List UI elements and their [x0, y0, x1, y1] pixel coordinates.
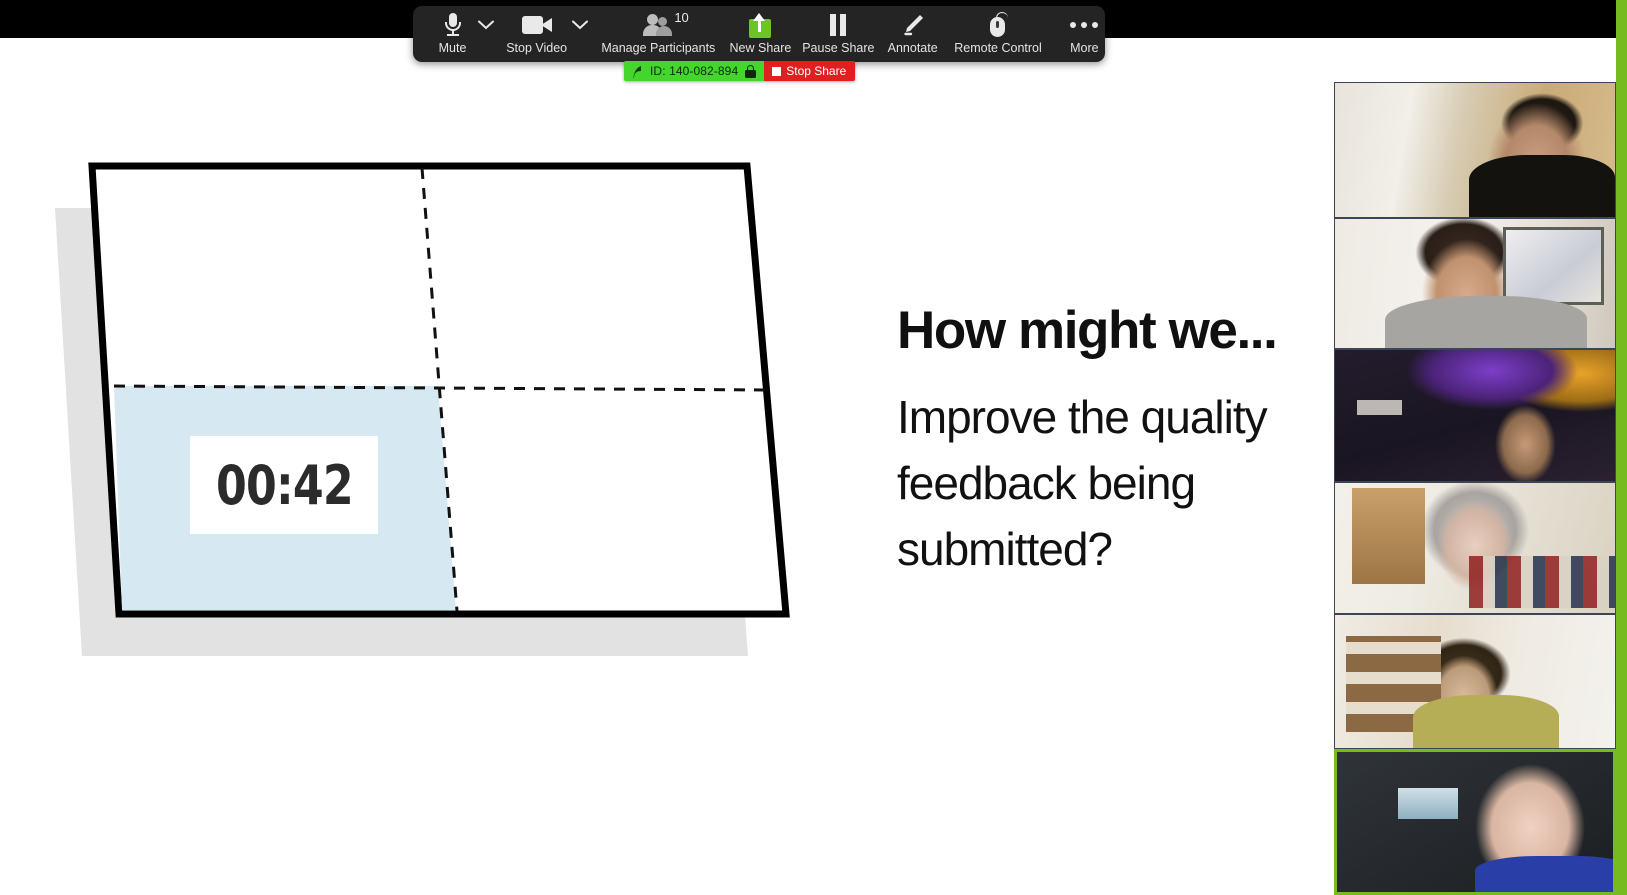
participant-tile-6-active-speaker[interactable]	[1334, 749, 1616, 895]
zoom-meeting-toolbar[interactable]: Mute Stop Video 10 Manage Participants N…	[413, 6, 1105, 62]
participant-tile-1[interactable]	[1334, 82, 1616, 218]
manage-participants-label: Manage Participants	[601, 41, 716, 55]
more-label: More	[1070, 41, 1099, 55]
participant-tile-3[interactable]	[1334, 349, 1616, 482]
pause-share-button[interactable]: Pause Share	[802, 6, 875, 55]
annotate-label: Annotate	[887, 41, 938, 55]
ellipsis-icon	[1070, 11, 1099, 39]
stop-share-button[interactable]: Stop Share	[764, 61, 856, 81]
timer-value: 00:42	[215, 453, 354, 517]
shared-slide-content: 00:42 How might we... Improve the qualit…	[0, 38, 1340, 895]
participant-tile-4[interactable]	[1334, 482, 1616, 614]
stop-video-label: Stop Video	[506, 41, 568, 55]
manage-participants-button[interactable]: 10 Manage Participants	[601, 6, 715, 55]
pause-share-label: Pause Share	[802, 41, 875, 55]
new-share-button[interactable]: New Share	[727, 6, 793, 55]
mute-label: Mute	[438, 41, 467, 55]
stop-share-label: Stop Share	[786, 64, 847, 78]
video-feed	[1335, 83, 1615, 217]
share-arrow-icon	[632, 65, 643, 78]
timer-chip: 00:42	[190, 436, 378, 534]
microphone-icon	[442, 11, 464, 39]
participants-icon: 10	[643, 10, 689, 39]
video-feed	[1335, 483, 1615, 613]
stop-square-icon	[772, 66, 782, 76]
share-id-chip[interactable]: ID: 140-082-894	[624, 61, 765, 81]
new-share-icon	[747, 11, 773, 39]
participant-video-strip[interactable]	[1334, 82, 1616, 895]
video-feed	[1335, 219, 1615, 348]
video-feed	[1337, 752, 1613, 892]
more-button[interactable]: More	[1064, 6, 1105, 55]
meeting-id-label: ID: 140-082-894	[650, 64, 739, 78]
new-share-label: New Share	[729, 41, 792, 55]
video-feed	[1335, 350, 1615, 481]
share-status-bar[interactable]: ID: 140-082-894 Stop Share	[624, 61, 856, 81]
pause-icon	[827, 11, 849, 39]
video-camera-icon	[521, 11, 552, 39]
audio-options-chevron-down-icon[interactable]	[474, 6, 497, 30]
participant-tile-2[interactable]	[1334, 218, 1616, 349]
annotate-button[interactable]: Annotate	[883, 6, 942, 55]
participant-count-badge: 10	[674, 10, 689, 25]
video-feed	[1335, 615, 1615, 748]
remote-control-button[interactable]: Remote Control	[954, 6, 1042, 55]
mute-button[interactable]: Mute	[431, 6, 474, 55]
remote-control-label: Remote Control	[954, 41, 1042, 55]
stop-video-button[interactable]: Stop Video	[505, 6, 568, 55]
lock-icon	[745, 64, 757, 78]
video-options-chevron-down-icon[interactable]	[568, 6, 591, 30]
pencil-icon	[900, 11, 926, 39]
mouse-icon	[987, 11, 1009, 39]
screen-share-border-right	[1616, 0, 1627, 895]
participant-tile-5[interactable]	[1334, 614, 1616, 749]
